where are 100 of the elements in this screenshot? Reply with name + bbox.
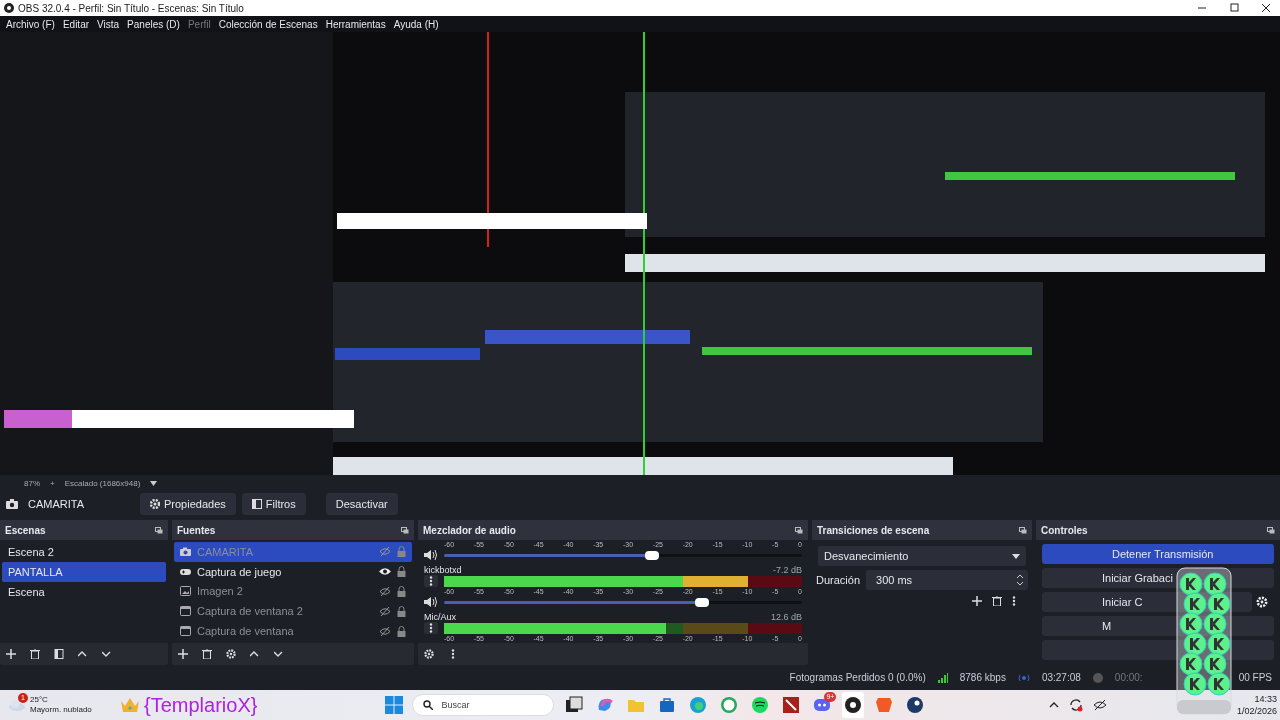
- more-icon[interactable]: [1012, 596, 1016, 606]
- bitrate: 8786 kbps: [959, 672, 1006, 683]
- dock-title: Fuentes: [177, 524, 216, 536]
- more-icon[interactable]: [424, 575, 438, 587]
- down-icon[interactable]: [102, 651, 112, 657]
- source-name: CAMARITA: [28, 498, 85, 510]
- speaker-icon[interactable]: [424, 596, 438, 608]
- signal-icon: [937, 672, 948, 683]
- menu-item[interactable]: Paneles (D): [123, 18, 184, 30]
- controller-icon: [813, 696, 832, 714]
- add-icon[interactable]: [972, 596, 982, 606]
- app-logo-icon: [4, 3, 14, 13]
- record-time: 00:00:: [1114, 672, 1143, 683]
- source-item[interactable]: Imagen 2: [174, 581, 412, 602]
- start-icon[interactable]: [385, 696, 404, 714]
- search-icon: [423, 700, 434, 710]
- speaker-icon[interactable]: [424, 549, 438, 561]
- shopping-bag-icon: [658, 696, 677, 714]
- eye-hidden-icon[interactable]: [379, 587, 391, 596]
- clock-date: 1/02/2026: [1236, 705, 1277, 717]
- trash-icon[interactable]: [30, 649, 40, 659]
- sync-icon[interactable]: [1068, 698, 1083, 712]
- gear-icon[interactable]: [1256, 596, 1268, 608]
- db-reading: 12.6 dB: [770, 612, 802, 622]
- image-icon: [180, 586, 191, 597]
- temperature: 25°C: [30, 695, 49, 705]
- menu-item[interactable]: Colección de Escenas: [214, 18, 322, 30]
- add-button[interactable]: +: [50, 478, 55, 488]
- gear-icon: [150, 499, 160, 509]
- browser-icon: [689, 696, 708, 714]
- add-icon[interactable]: [6, 649, 16, 659]
- weather-description: Mayorm. nublado: [30, 705, 92, 715]
- undock-icon[interactable]: [1019, 526, 1027, 534]
- lock-icon[interactable]: [397, 605, 406, 617]
- dropdown-caret-icon[interactable]: [150, 480, 158, 486]
- taskbar-app[interactable]: [842, 692, 865, 718]
- fps: 00 FPS: [1238, 672, 1272, 683]
- overlay-name: {TemplarioX}: [144, 694, 258, 716]
- add-icon[interactable]: [178, 649, 188, 659]
- stream-icon: [1017, 673, 1030, 682]
- crown-icon: [120, 697, 140, 713]
- gear-icon[interactable]: [226, 649, 236, 659]
- deactivate-button[interactable]: Desactivar: [325, 493, 398, 515]
- transition-dropdown[interactable]: Desvanecimiento: [818, 546, 1026, 566]
- lock-icon[interactable]: [397, 586, 406, 597]
- record-icon: [1092, 672, 1103, 683]
- eye-hidden-icon[interactable]: [379, 606, 391, 616]
- properties-button[interactable]: Propiedades: [140, 493, 236, 515]
- down-icon[interactable]: [274, 651, 284, 657]
- window-icon: [180, 626, 191, 637]
- filter-icon[interactable]: [54, 649, 64, 659]
- gamepad-icon: [180, 566, 191, 577]
- volume-thumb[interactable]: [694, 597, 709, 607]
- undock-icon[interactable]: [795, 526, 803, 534]
- zoom-level: 87%: [24, 478, 40, 488]
- camera-icon: [6, 499, 18, 509]
- lock-icon[interactable]: [397, 566, 406, 578]
- undock-icon[interactable]: [155, 526, 163, 534]
- camera-icon: [180, 546, 191, 557]
- menu-item[interactable]: Editar: [58, 18, 94, 30]
- volume-thumb[interactable]: [644, 550, 659, 560]
- eye-hidden-icon[interactable]: [379, 626, 391, 636]
- swirl-icon: [596, 696, 615, 714]
- menu-item[interactable]: Herramientas: [321, 18, 390, 30]
- eye-icon[interactable]: [379, 567, 391, 577]
- channel-name: Mic/Aux: [424, 612, 456, 622]
- up-icon[interactable]: [78, 651, 88, 657]
- menu-item[interactable]: Archivo (F): [2, 18, 59, 30]
- scene-item[interactable]: Escena 2: [2, 542, 166, 562]
- scaling-dropdown[interactable]: Escalado (1686x948): [64, 478, 141, 488]
- filters-button[interactable]: Filtros: [241, 493, 306, 515]
- source-item[interactable]: Captura de ventana 2: [174, 601, 412, 622]
- dock-title: Transiciones de escena: [817, 524, 930, 536]
- up-icon[interactable]: [250, 651, 260, 657]
- control-button[interactable]: Detener Transmisión: [1042, 544, 1274, 564]
- scene-item[interactable]: PANTALLA: [2, 562, 166, 582]
- maximize-icon[interactable]: [1229, 3, 1239, 13]
- menu-item[interactable]: Vista: [93, 18, 124, 30]
- duration-field[interactable]: 300 ms: [866, 570, 1028, 590]
- lock-icon[interactable]: [397, 625, 406, 637]
- source-item[interactable]: Captura de ventana: [174, 621, 412, 641]
- menu-item[interactable]: Ayuda (H): [389, 18, 443, 30]
- eye-off-icon[interactable]: [1092, 699, 1107, 711]
- window-title: OBS 32.0.4 - Perfil: Sin Título - Escenas: Sin Título: [18, 2, 245, 14]
- sound-waves-icon: [751, 696, 770, 714]
- chevron-up-icon[interactable]: [1048, 702, 1059, 708]
- search-field[interactable]: Buscar: [412, 694, 555, 716]
- close-icon[interactable]: [1261, 3, 1271, 13]
- recorder-icon: [844, 696, 863, 714]
- source-item[interactable]: Captura de juego: [174, 561, 412, 582]
- scene-item[interactable]: Escena: [2, 582, 166, 602]
- undock-icon[interactable]: [401, 526, 409, 534]
- dock-title: Escenas: [5, 524, 46, 536]
- duration-label: Duración: [816, 574, 861, 586]
- undock-icon[interactable]: [1267, 526, 1275, 534]
- more-icon[interactable]: [424, 622, 438, 634]
- trash-icon[interactable]: [992, 596, 1002, 606]
- trash-icon[interactable]: [202, 649, 212, 659]
- window-stack-icon: [565, 696, 584, 714]
- gear-icon[interactable]: [424, 649, 434, 659]
